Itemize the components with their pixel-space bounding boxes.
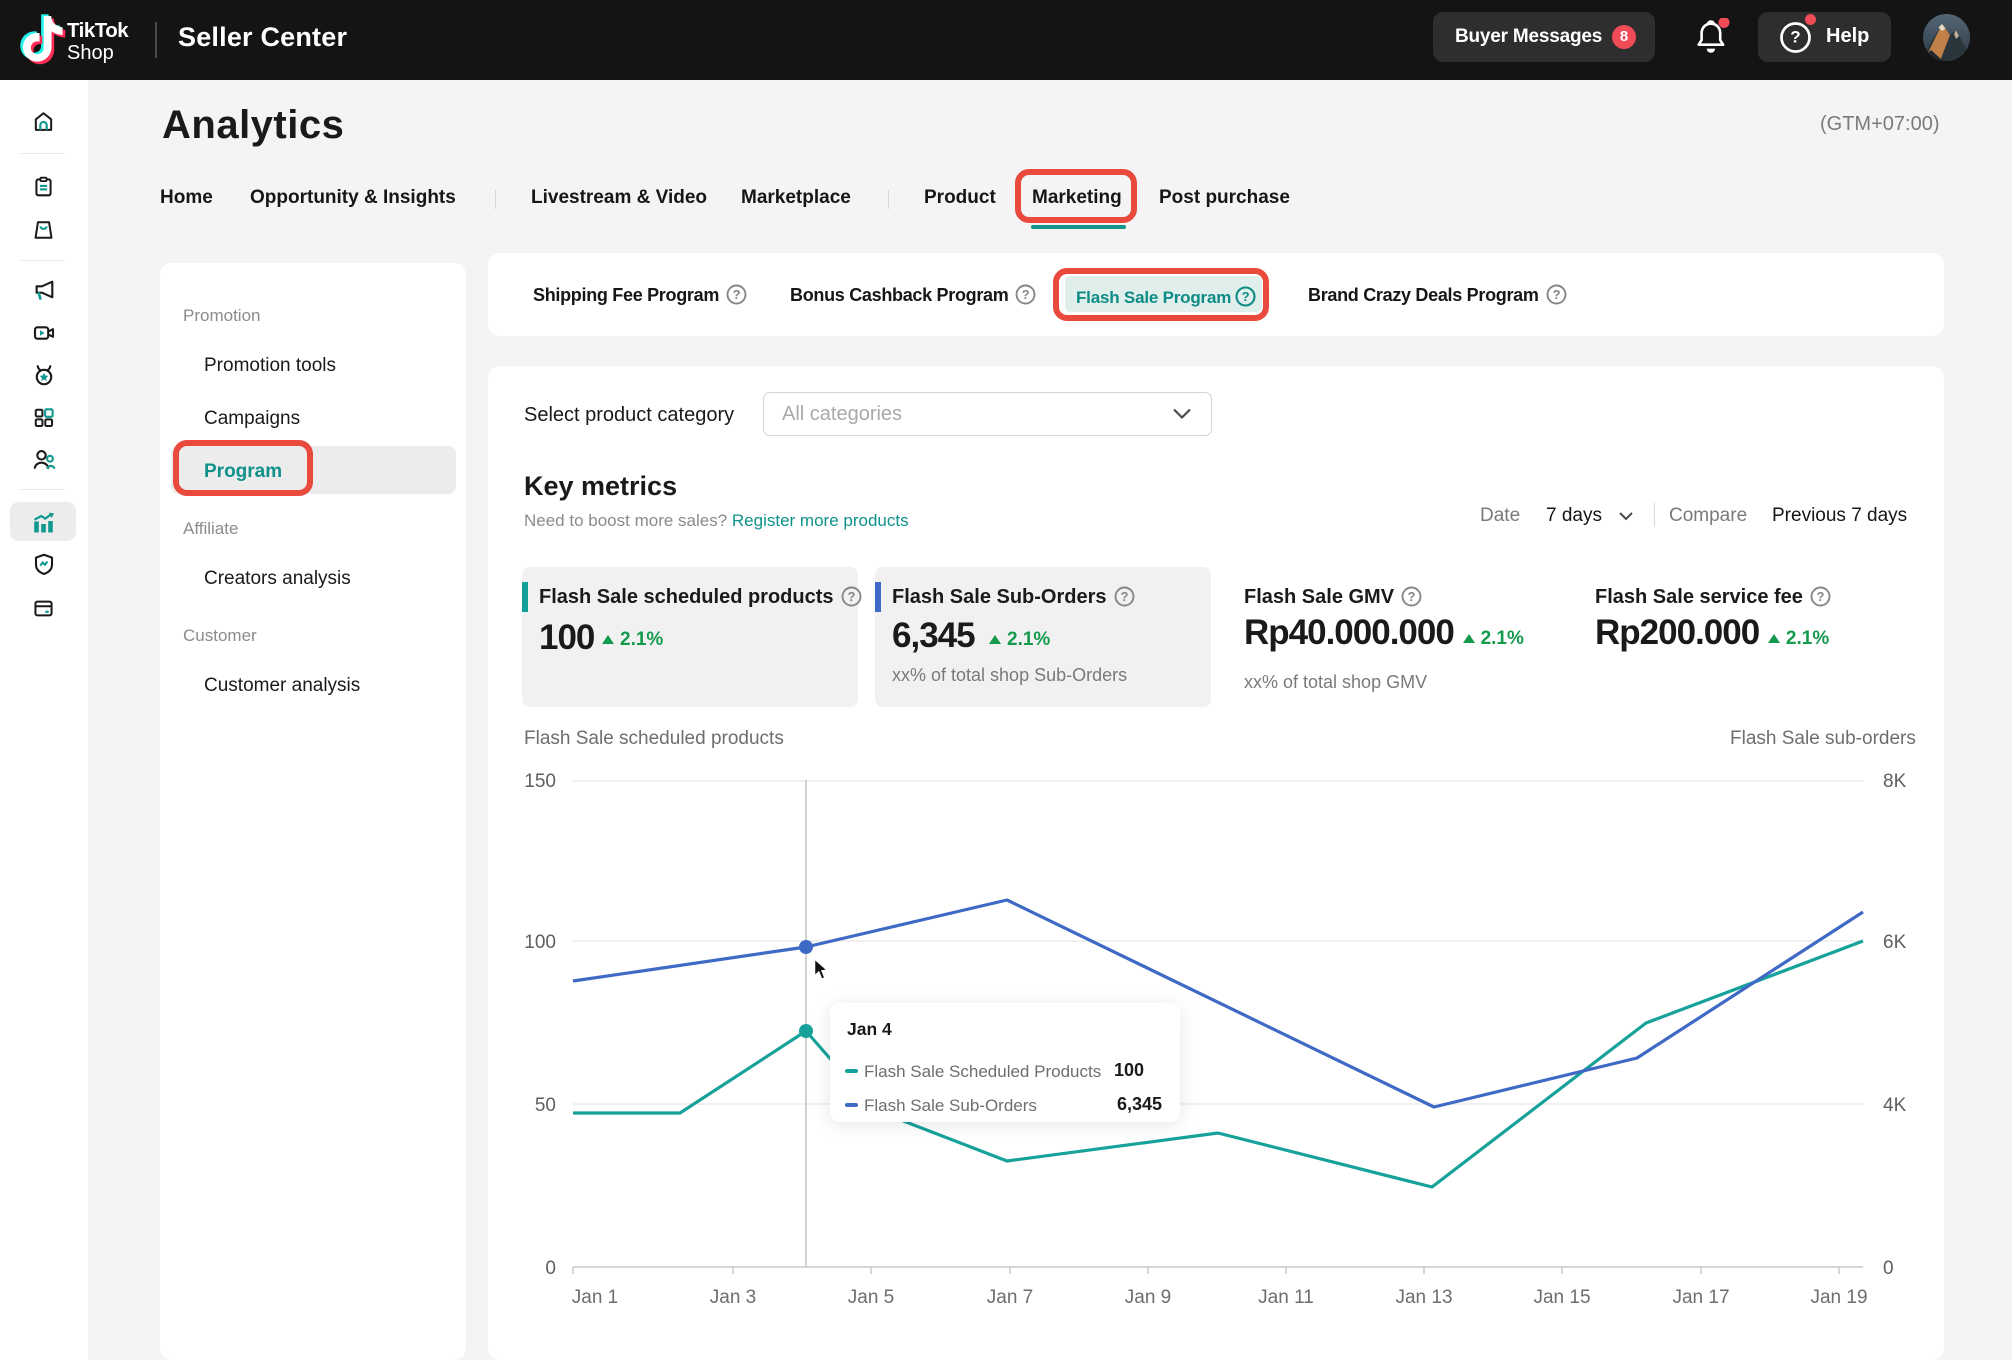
svg-text:?: ?	[733, 287, 741, 302]
svg-text:Shop: Shop	[67, 42, 114, 64]
svg-text:?: ?	[1408, 589, 1416, 604]
svg-text:?: ?	[1552, 287, 1560, 302]
svg-text:?: ?	[1022, 287, 1030, 302]
svg-text:?: ?	[847, 589, 855, 604]
svg-text:TikTok: TikTok	[67, 19, 129, 42]
svg-text:?: ?	[1816, 589, 1824, 604]
svg-text:?: ?	[1790, 28, 1800, 47]
svg-text:?: ?	[1120, 589, 1128, 604]
